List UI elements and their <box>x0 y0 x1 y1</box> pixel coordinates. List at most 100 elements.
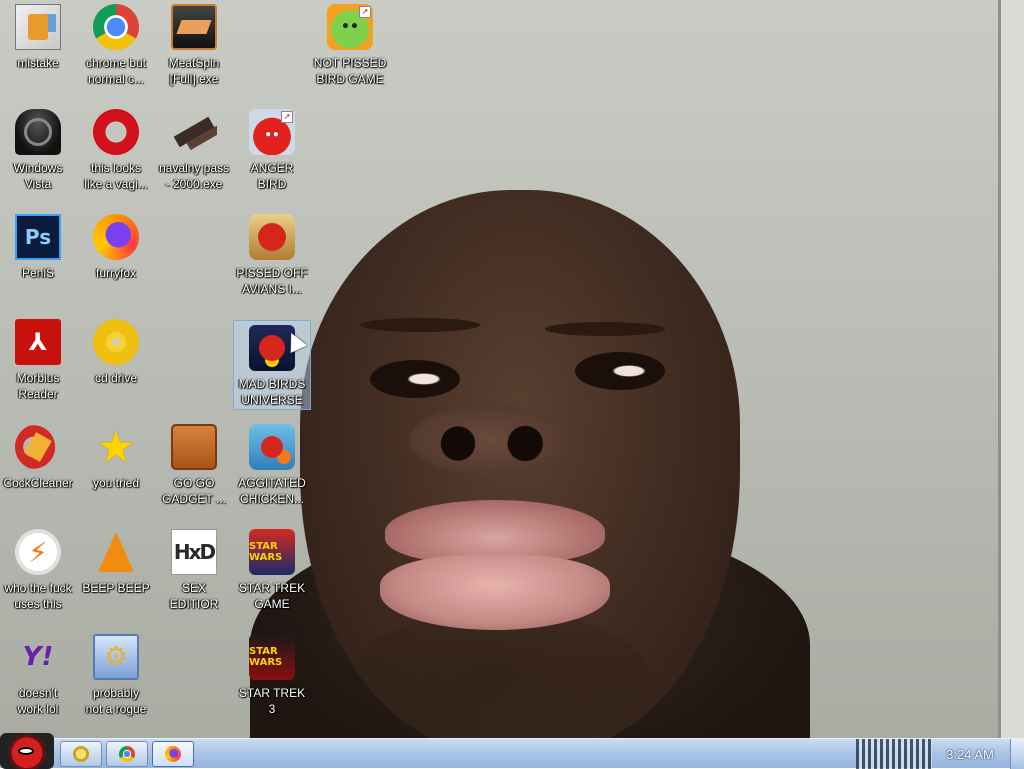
desktop-icon-label: CockCleaner <box>3 476 73 490</box>
opera-icon <box>93 109 139 155</box>
desktop-icon-label: PISSED OFF AVIANS I... <box>236 266 308 296</box>
taskbar: 3:24 AM <box>0 733 1024 769</box>
desktop-icon-image: ↗ <box>249 109 295 155</box>
desktop-icon-label: AGGITATED CHICKEN... <box>238 476 306 506</box>
desktop-icon-image: Ps <box>15 214 61 260</box>
pdf-reader-icon: ⅄ <box>15 319 61 365</box>
desktop-icon-avians[interactable]: PISSED OFF AVIANS I... <box>234 210 310 298</box>
desktop-icon-image: ★ <box>93 424 139 470</box>
lightning-icon: ⚡ <box>15 529 61 575</box>
wallpaper-brow-left <box>360 318 480 332</box>
desktop-icon-label: STAR TREK GAME <box>238 581 306 611</box>
desktop-icon-image <box>93 109 139 155</box>
desktop-icon-image <box>171 4 217 50</box>
installer-icon <box>15 4 61 50</box>
desktop-icon-startrek[interactable]: STAR WARS STAR TREK GAME <box>234 525 310 613</box>
system-tray[interactable] <box>856 739 932 769</box>
wallpaper-eye-right <box>575 352 665 390</box>
desktop-icon-chicken[interactable]: AGGITATED CHICKEN... <box>234 420 310 508</box>
desktop-icon-whofuck[interactable]: ⚡ who the fuck uses this <box>0 525 76 613</box>
trash-bin-icon <box>15 109 61 155</box>
desktop-icon-beepbeep[interactable]: BEEP BEEP <box>78 525 154 613</box>
desktop-icon-label: ANGER BIRD <box>250 161 294 191</box>
desktop-icon-image: ⚡ <box>15 529 61 575</box>
briefcase-icon <box>171 424 217 470</box>
desktop-icon-label: PeniS <box>21 266 55 280</box>
desktop-icon-furryfox[interactable]: furryfox <box>78 210 154 298</box>
desktop-icon-label: Windows Vista <box>13 161 63 191</box>
star-icon: ★ <box>96 424 136 470</box>
desktop-icon-rogue[interactable]: probably not a rogue <box>78 630 154 718</box>
desktop[interactable]: mistake chrome but normal c... MeatSpin [F… <box>0 0 1024 738</box>
desktop-icon-meatspin[interactable]: MeatSpin [Full].exe <box>156 0 232 88</box>
wallpaper-lip-bottom <box>380 555 610 630</box>
desktop-icon-label: doesn't work lol <box>17 686 59 716</box>
desktop-icon-label: Morbius Reader <box>16 371 60 401</box>
desktop-icon-label: STAR TREK 3 <box>238 686 306 716</box>
desktop-icon-sexedit[interactable]: HxD SEX EDITIOR <box>156 525 232 613</box>
cleaner-icon <box>15 424 61 470</box>
bird-seasons-icon <box>249 214 295 260</box>
wallpaper-brow-right <box>545 322 665 336</box>
desktop-icon-yahoo[interactable]: Y! doesn't work lol <box>0 630 76 718</box>
taskbar-clock[interactable]: 3:24 AM <box>934 739 1006 769</box>
desktop-icon-label: GO GO GADGET ... <box>162 476 226 506</box>
show-desktop-button[interactable] <box>1010 739 1024 769</box>
bird-starwars-icon: STAR WARS <box>249 529 295 575</box>
desktop-icon-image: ⅄ <box>15 319 61 365</box>
desktop-icon-cockclean[interactable]: CockCleaner <box>0 420 76 508</box>
desktop-icon-label: BEEP BEEP <box>82 581 150 595</box>
hex-editor-icon: HxD <box>171 529 217 575</box>
desktop-icon-image: ↗ <box>327 4 373 50</box>
wallpaper-nose <box>410 405 570 475</box>
folder-icon <box>73 746 89 762</box>
desktop-icon-image: Y! <box>15 634 61 680</box>
photoshop-icon: Ps <box>15 214 61 260</box>
chrome-icon <box>119 746 135 762</box>
desktop-icon-startrek3[interactable]: STAR WARS STAR TREK 3 <box>234 630 310 718</box>
desktop-icon-cddrive[interactable]: cd drive <box>78 315 154 403</box>
desktop-icon-image <box>171 424 217 470</box>
desktop-icon-image <box>15 4 61 50</box>
desktop-icon-label: chrome but normal c... <box>85 56 147 86</box>
desktop-icon-navalny[interactable]: navalny pass - 2000.exe <box>156 105 232 193</box>
taskbar-button-firefox[interactable] <box>152 741 194 767</box>
desktop-icon-label: NOT PISSED BIRD GAME <box>313 56 387 86</box>
desktop-icon-image <box>249 424 295 470</box>
desktop-icon-morbius[interactable]: ⅄ Morbius Reader <box>0 315 76 403</box>
desktop-icon-label: furryfox <box>95 266 136 280</box>
desktop-icon-image <box>15 109 61 155</box>
desktop-icon-vista[interactable]: Windows Vista <box>0 105 76 193</box>
desktop-icon-label: SEX EDITIOR <box>169 581 219 611</box>
desktop-icon-image <box>93 214 139 260</box>
shortcut-arrow-icon: ↗ <box>359 6 371 18</box>
pistol-icon <box>171 109 217 155</box>
desktop-icon-label: cd drive <box>94 371 138 385</box>
desktop-icon-chrome[interactable]: chrome but normal c... <box>78 0 154 88</box>
desktop-icon-image <box>171 109 217 155</box>
desktop-icon-image: STAR WARS <box>249 529 295 575</box>
desktop-icon-image <box>15 424 61 470</box>
app-icon <box>171 4 217 50</box>
desktop-icon-mistake[interactable]: mistake <box>0 0 76 88</box>
desktop-icon-gadget[interactable]: GO GO GADGET ... <box>156 420 232 508</box>
desktop-icon-label: this looks like a vagi... <box>84 161 148 191</box>
wallpaper-eye-left <box>370 360 460 398</box>
taskbar-button-explorer[interactable] <box>60 741 102 767</box>
desktop-icon-image: STAR WARS <box>249 634 295 680</box>
chrome-icon <box>93 4 139 50</box>
desktop-icon-opera[interactable]: this looks like a vagi... <box>78 105 154 193</box>
desktop-icon-penis[interactable]: Ps PeniS <box>0 210 76 298</box>
taskbar-button-chrome[interactable] <box>106 741 148 767</box>
start-button[interactable] <box>0 733 54 769</box>
bird-rio-icon <box>249 424 295 470</box>
desktop-icon-image <box>93 319 139 365</box>
desktop-icon-label: who the fuck uses this <box>4 581 72 611</box>
desktop-icon-notpissed[interactable]: ↗ NOT PISSED BIRD GAME <box>312 0 388 88</box>
desktop-icon-label: MeatSpin [Full].exe <box>168 56 220 86</box>
desktop-icon-anger[interactable]: ↗ ANGER BIRD <box>234 105 310 193</box>
desktop-icon-image <box>249 214 295 260</box>
wallpaper-edge <box>998 0 1024 738</box>
desktop-icon-label: probably not a rogue <box>85 686 147 716</box>
desktop-icon-youtried[interactable]: ★ you tried <box>78 420 154 508</box>
